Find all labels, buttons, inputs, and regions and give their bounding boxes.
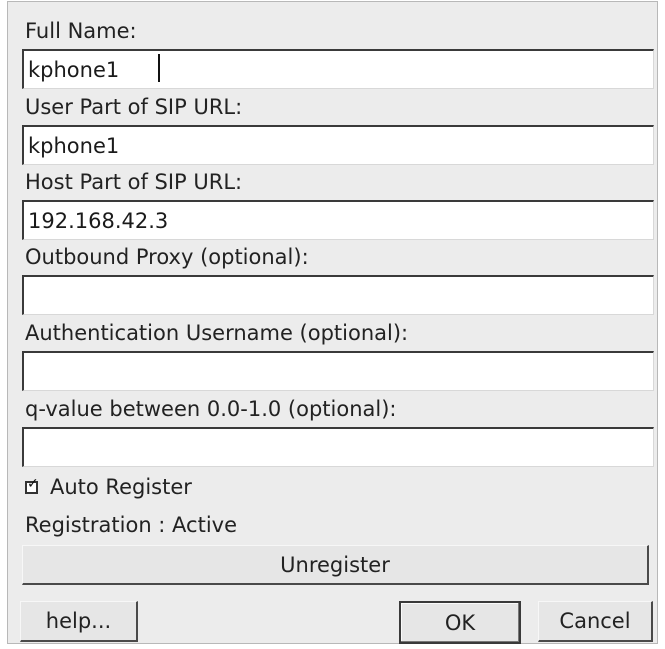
help-button[interactable]: help... <box>20 601 138 642</box>
cancel-button[interactable]: Cancel <box>538 601 653 642</box>
q-value-label: q-value between 0.0-1.0 (optional): <box>25 397 397 421</box>
host-part-label: Host Part of SIP URL: <box>25 170 243 194</box>
user-part-input[interactable] <box>22 125 654 165</box>
text-cursor <box>158 54 160 82</box>
auto-register-checkbox[interactable]: ✓ <box>25 477 39 494</box>
user-part-label: User Part of SIP URL: <box>25 95 243 119</box>
unregister-button[interactable]: Unregister <box>22 545 649 585</box>
auth-username-input[interactable] <box>22 351 654 391</box>
q-value-input[interactable] <box>22 427 654 467</box>
host-part-input[interactable] <box>22 200 654 240</box>
ok-button[interactable]: OK <box>399 601 521 644</box>
registration-status: Registration : Active <box>25 513 238 537</box>
checkmark-icon: ✓ <box>27 475 39 492</box>
full-name-label: Full Name: <box>25 19 137 43</box>
auth-username-label: Authentication Username (optional): <box>25 321 409 345</box>
full-name-wrapper <box>22 49 654 89</box>
outbound-proxy-label: Outbound Proxy (optional): <box>25 245 309 269</box>
sip-identity-dialog: Full Name: User Part of SIP URL: Host Pa… <box>7 1 658 644</box>
full-name-input[interactable] <box>22 49 654 89</box>
auto-register-row[interactable]: ✓ Auto Register <box>25 474 192 500</box>
auto-register-label: Auto Register <box>50 475 192 499</box>
outbound-proxy-input[interactable] <box>22 275 654 315</box>
